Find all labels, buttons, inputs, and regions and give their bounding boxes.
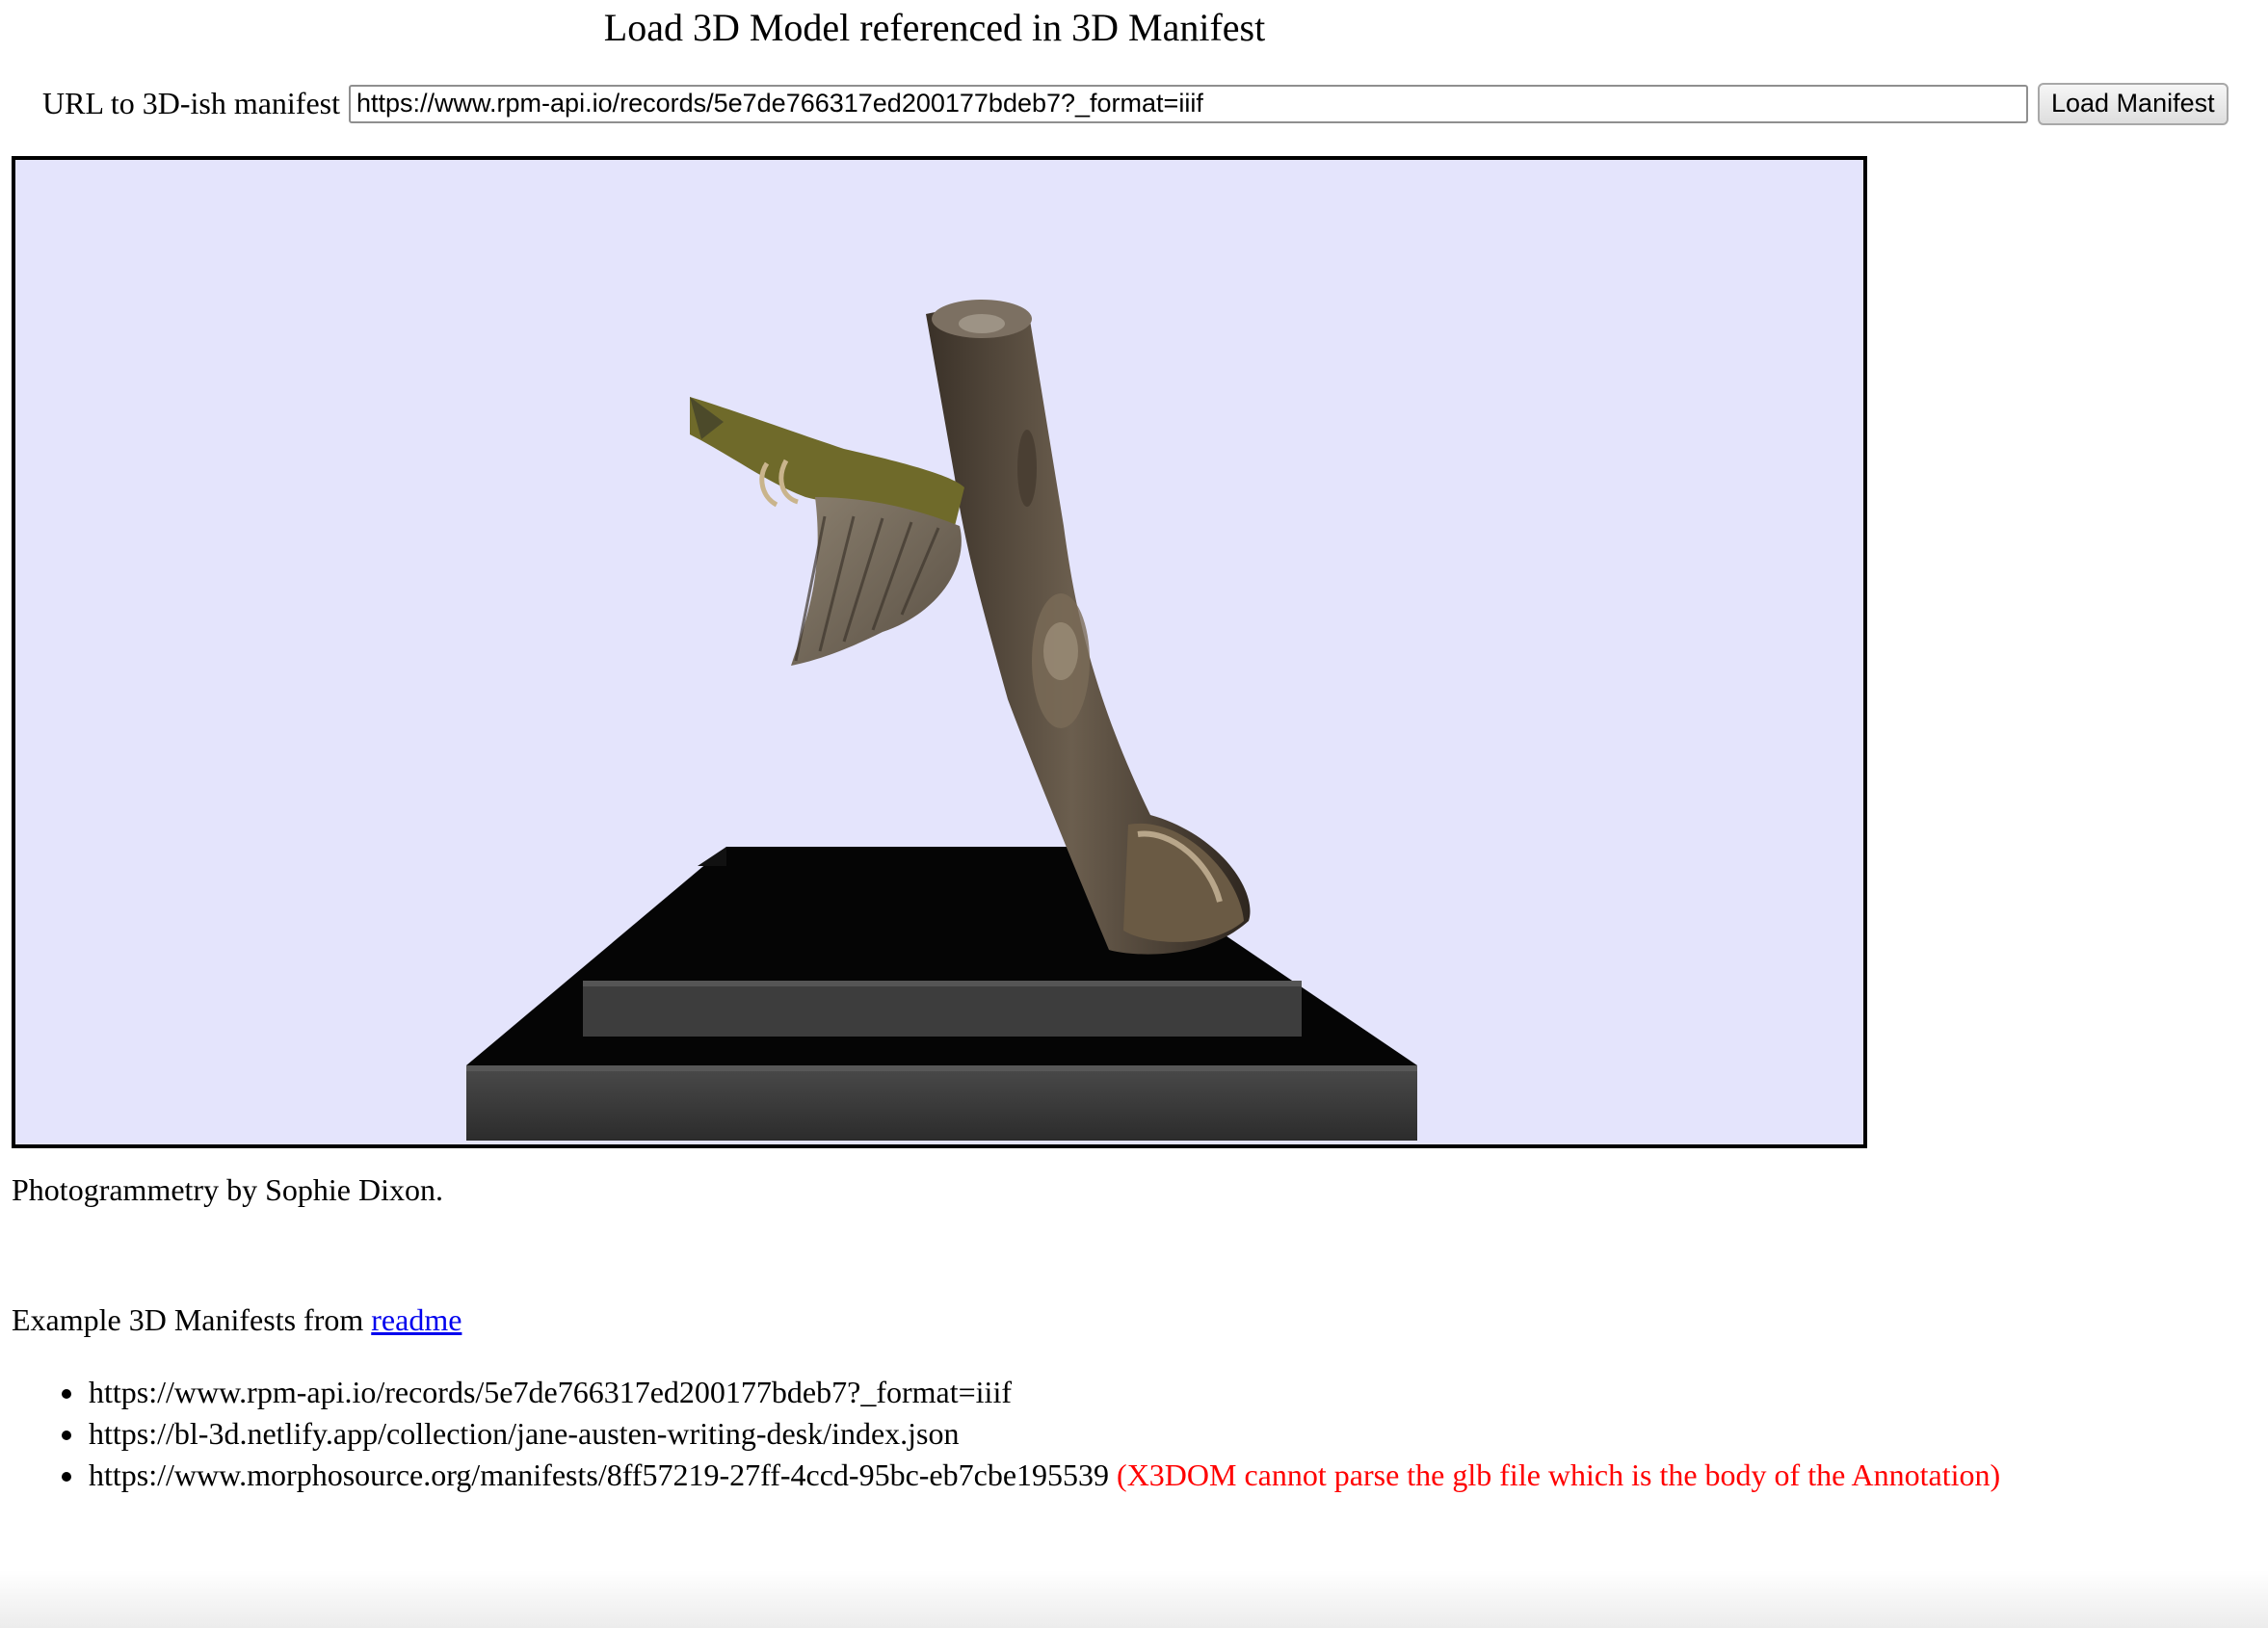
manifest-url-label: URL to 3D-ish manifest [42, 86, 340, 120]
example-manifest-note: (X3DOM cannot parse the glb file which i… [1117, 1457, 2001, 1492]
photogrammetry-credit: Photogrammetry by Sophie Dixon. [12, 1172, 443, 1207]
examples-heading: Example 3D Manifests from readme [12, 1300, 462, 1339]
manifest-url-form: URL to 3D-ish manifest Load Manifest [42, 82, 2228, 125]
page-title: Load 3D Model referenced in 3D Manifest [603, 6, 1266, 49]
list-item: https://www.rpm-api.io/records/5e7de7663… [61, 1372, 2000, 1413]
example-manifest-list: https://www.rpm-api.io/records/5e7de7663… [61, 1372, 2001, 1496]
bird [690, 397, 964, 666]
load-manifest-button[interactable]: Load Manifest [2038, 82, 2228, 125]
3d-model-render [466, 300, 1417, 1141]
examples-heading-text: Example 3D Manifests from [12, 1302, 364, 1337]
manifest-url-input[interactable] [349, 84, 2028, 123]
example-manifest-url: https://bl-3d.netlify.app/collection/jan… [89, 1416, 960, 1451]
list-item: https://www.morphosource.org/manifests/8… [61, 1455, 2001, 1496]
display-stand [466, 847, 1417, 1141]
example-manifest-url: https://www.rpm-api.io/records/5e7de7663… [89, 1375, 1012, 1409]
3d-model-viewer[interactable] [12, 156, 1867, 1148]
window-bottom-edge [0, 1570, 2268, 1628]
readme-link[interactable]: readme [371, 1302, 462, 1337]
list-item: https://bl-3d.netlify.app/collection/jan… [61, 1413, 2000, 1455]
example-manifest-url: https://www.morphosource.org/manifests/8… [89, 1457, 1110, 1492]
